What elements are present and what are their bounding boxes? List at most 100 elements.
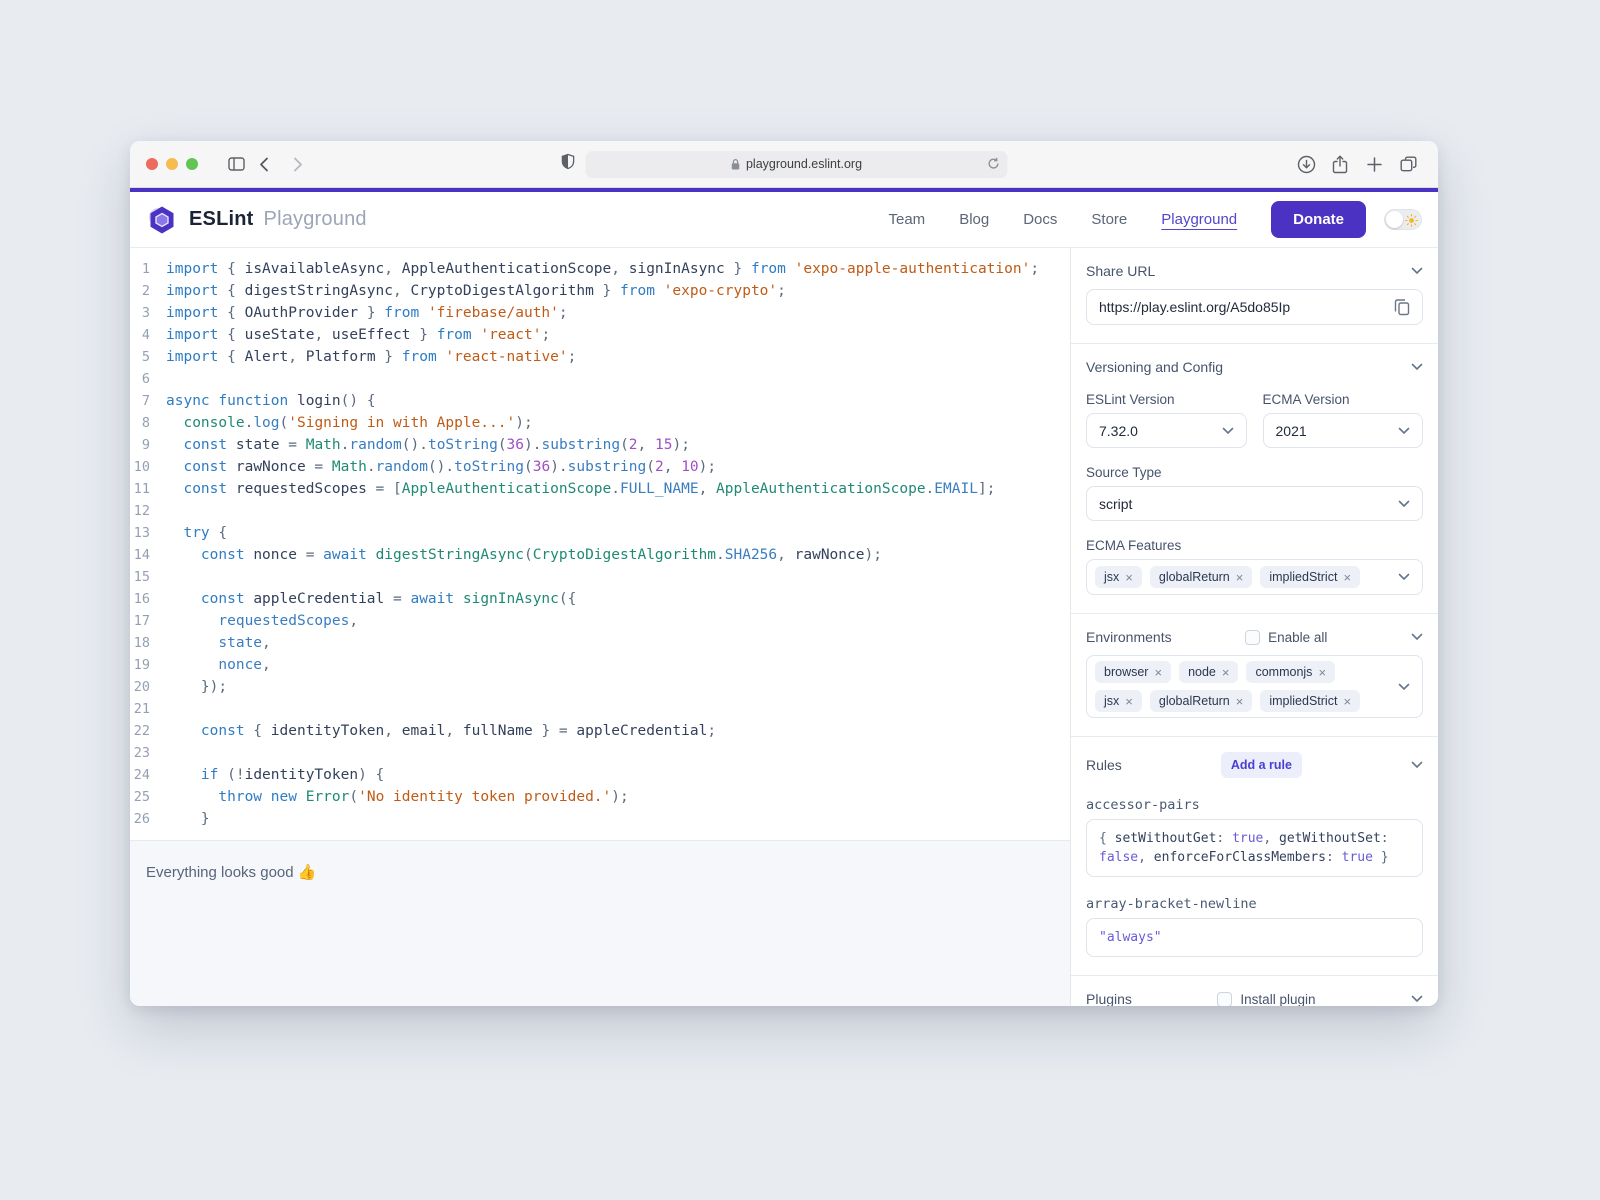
- rule-config[interactable]: { setWithoutGet: true, getWithoutSet: fa…: [1086, 819, 1423, 877]
- zoom-window-button[interactable]: [186, 158, 198, 170]
- code-line[interactable]: 10 const rawNonce = Math.random().toStri…: [130, 456, 1070, 478]
- code-line[interactable]: 11 const requestedScopes = [AppleAuthent…: [130, 478, 1070, 500]
- code-token: ).: [550, 459, 567, 475]
- chevron-down-icon[interactable]: [1398, 573, 1410, 581]
- chip-remove-icon[interactable]: ×: [1343, 695, 1351, 708]
- code-line[interactable]: 8 console.log('Signing in with Apple...'…: [130, 412, 1070, 434]
- chip-remove-icon[interactable]: ×: [1343, 571, 1351, 584]
- chevron-down-icon[interactable]: [1411, 633, 1423, 641]
- code-line[interactable]: 12: [130, 500, 1070, 522]
- section-versioning: Versioning and Config ESLint Version ECM…: [1071, 344, 1438, 614]
- line-number: 6: [130, 368, 166, 390]
- ecma-version-select[interactable]: 2021: [1263, 413, 1424, 448]
- code-line[interactable]: 22 const { identityToken, email, fullNam…: [130, 720, 1070, 742]
- chip-jsx[interactable]: jsx×: [1095, 566, 1142, 588]
- code-line[interactable]: 26 }: [130, 808, 1070, 830]
- code-line[interactable]: 7async function login() {: [130, 390, 1070, 412]
- code-line[interactable]: 19 nonce,: [130, 654, 1070, 676]
- plugins-title: Plugins: [1086, 991, 1132, 1006]
- share-url-input[interactable]: [1099, 299, 1394, 315]
- minimize-window-button[interactable]: [166, 158, 178, 170]
- code-line[interactable]: 13 try {: [130, 522, 1070, 544]
- back-button[interactable]: [250, 150, 278, 178]
- chip-remove-icon[interactable]: ×: [1222, 666, 1230, 679]
- code-line[interactable]: 21: [130, 698, 1070, 720]
- code-token: (: [280, 415, 289, 431]
- sidebar-toggle-icon[interactable]: [222, 150, 250, 178]
- code-line[interactable]: 3import { OAuthProvider } from 'firebase…: [130, 302, 1070, 324]
- nav-store[interactable]: Store: [1091, 211, 1127, 228]
- code-line[interactable]: 14 const nonce = await digestStringAsync…: [130, 544, 1070, 566]
- address-bar[interactable]: playground.eslint.org: [586, 151, 1008, 178]
- ecma-features-multiselect[interactable]: jsx× globalReturn× impliedStrict×: [1086, 559, 1423, 595]
- brand[interactable]: ESLint Playground: [145, 204, 367, 236]
- code-line[interactable]: 17 requestedScopes,: [130, 610, 1070, 632]
- add-rule-button[interactable]: Add a rule: [1221, 752, 1302, 778]
- code-line[interactable]: 16 const appleCredential = await signInA…: [130, 588, 1070, 610]
- rule-config[interactable]: "always": [1086, 918, 1423, 957]
- main-content: 1import { isAvailableAsync, AppleAuthent…: [130, 248, 1438, 1006]
- code-line[interactable]: 15: [130, 566, 1070, 588]
- share-url-field[interactable]: [1086, 289, 1423, 325]
- chip-impliedstrict[interactable]: impliedStrict×: [1260, 690, 1360, 712]
- code-line[interactable]: 20 });: [130, 676, 1070, 698]
- code-line[interactable]: 18 state,: [130, 632, 1070, 654]
- code-line[interactable]: 23: [130, 742, 1070, 764]
- code-line[interactable]: 6: [130, 368, 1070, 390]
- chip-node[interactable]: node×: [1179, 661, 1238, 683]
- chip-remove-icon[interactable]: ×: [1154, 666, 1162, 679]
- reload-icon[interactable]: [987, 156, 1001, 174]
- chip-remove-icon[interactable]: ×: [1236, 571, 1244, 584]
- code-editor[interactable]: 1import { isAvailableAsync, AppleAuthent…: [130, 248, 1070, 840]
- code-line[interactable]: 1import { isAvailableAsync, AppleAuthent…: [130, 258, 1070, 280]
- eslint-version-select[interactable]: 7.32.0: [1086, 413, 1247, 448]
- code-line[interactable]: 2import { digestStringAsync, CryptoDiges…: [130, 280, 1070, 302]
- code-token: =: [384, 591, 410, 607]
- address-bar-url: playground.eslint.org: [746, 157, 862, 171]
- code-line[interactable]: 4import { useState, useEffect } from 're…: [130, 324, 1070, 346]
- environments-multiselect[interactable]: browser× node× commonjs× jsx× globalReturn×…: [1086, 655, 1423, 718]
- nav-docs[interactable]: Docs: [1023, 211, 1057, 228]
- code-line[interactable]: 25 throw new Error('No identity token pr…: [130, 786, 1070, 808]
- chip-commonjs[interactable]: commonjs×: [1246, 661, 1335, 683]
- new-tab-icon[interactable]: [1360, 150, 1388, 178]
- chip-remove-icon[interactable]: ×: [1125, 571, 1133, 584]
- chevron-down-icon[interactable]: [1411, 267, 1423, 275]
- enable-all-checkbox[interactable]: [1245, 630, 1260, 645]
- copy-icon[interactable]: [1394, 298, 1410, 316]
- nav-team[interactable]: Team: [889, 211, 926, 228]
- chip-remove-icon[interactable]: ×: [1318, 666, 1326, 679]
- code-token: [297, 789, 306, 805]
- chip-browser[interactable]: browser×: [1095, 661, 1171, 683]
- lint-status-panel: Everything looks good 👍: [130, 840, 1070, 1006]
- install-plugin-checkbox[interactable]: [1217, 992, 1232, 1007]
- chevron-down-icon[interactable]: [1411, 363, 1423, 371]
- chevron-down-icon: [1398, 427, 1410, 435]
- close-window-button[interactable]: [146, 158, 158, 170]
- code-token: from: [384, 305, 419, 321]
- chevron-down-icon[interactable]: [1411, 995, 1423, 1003]
- chip-remove-icon[interactable]: ×: [1236, 695, 1244, 708]
- chevron-down-icon[interactable]: [1411, 761, 1423, 769]
- downloads-icon[interactable]: [1292, 150, 1320, 178]
- code-line[interactable]: 24 if (!identityToken) {: [130, 764, 1070, 786]
- nav-playground[interactable]: Playground: [1161, 211, 1237, 228]
- chip-impliedstrict[interactable]: impliedStrict×: [1260, 566, 1360, 588]
- chip-remove-icon[interactable]: ×: [1125, 695, 1133, 708]
- chip-globalreturn[interactable]: globalReturn×: [1150, 566, 1252, 588]
- privacy-shield-icon[interactable]: [561, 153, 576, 175]
- source-type-select[interactable]: script: [1086, 486, 1423, 521]
- chevron-down-icon[interactable]: [1398, 683, 1410, 691]
- chip-jsx[interactable]: jsx×: [1095, 690, 1142, 712]
- donate-button[interactable]: Donate: [1271, 201, 1366, 238]
- code-line[interactable]: 5import { Alert, Platform } from 'react-…: [130, 346, 1070, 368]
- browser-chrome: playground.eslint.org: [130, 141, 1438, 188]
- code-line[interactable]: 9 const state = Math.random().toString(3…: [130, 434, 1070, 456]
- code-token: requestedScopes: [218, 613, 349, 629]
- theme-toggle[interactable]: [1384, 209, 1422, 230]
- tab-overview-icon[interactable]: [1394, 150, 1422, 178]
- nav-blog[interactable]: Blog: [959, 211, 989, 228]
- forward-button[interactable]: [284, 150, 312, 178]
- share-icon[interactable]: [1326, 150, 1354, 178]
- chip-globalreturn[interactable]: globalReturn×: [1150, 690, 1252, 712]
